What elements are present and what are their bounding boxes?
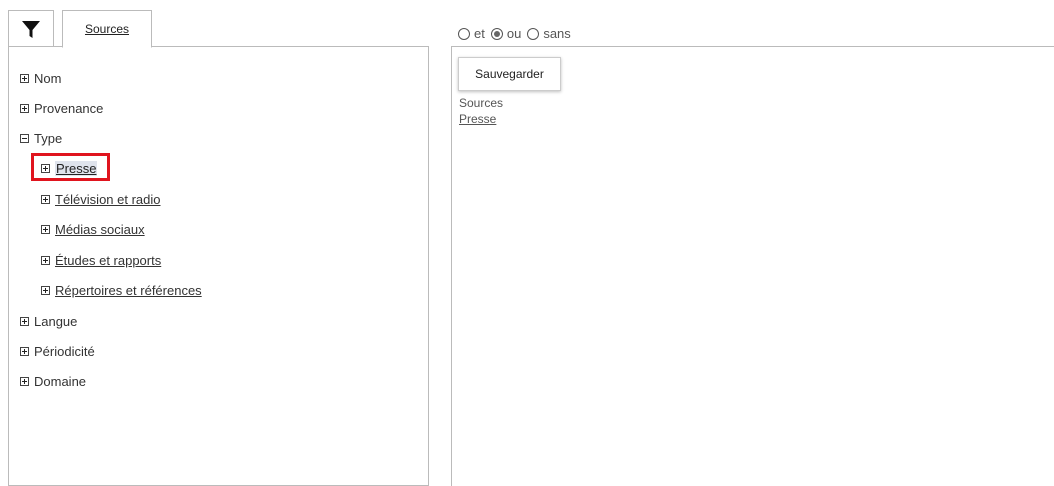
summary-value-link[interactable]: Presse	[459, 112, 496, 126]
tree-item-domaine[interactable]: Domaine	[20, 374, 86, 389]
save-button[interactable]: Sauvegarder	[458, 57, 561, 91]
expand-icon[interactable]	[20, 377, 29, 386]
radio-label: et	[474, 26, 485, 41]
tree-item-television-radio[interactable]: Télévision et radio	[41, 192, 161, 207]
selection-box: Sauvegarder Sources Presse	[451, 46, 1054, 486]
funnel-icon	[22, 21, 40, 38]
tree-item-label: Langue	[34, 314, 78, 329]
tree-item-etudes-rapports[interactable]: Études et rapports	[41, 253, 161, 268]
tree-item-label: Type	[34, 131, 63, 146]
tree-item-nom[interactable]: Nom	[20, 71, 61, 86]
expand-icon[interactable]	[20, 347, 29, 356]
operator-sans[interactable]: sans	[527, 26, 571, 41]
tab-bar: Sources	[8, 10, 428, 48]
tab-filter[interactable]	[8, 10, 54, 47]
expand-icon[interactable]	[41, 164, 50, 173]
tree-item-label[interactable]: Presse	[55, 161, 98, 176]
expand-icon[interactable]	[20, 74, 29, 83]
selection-panel: et ou sans Sauvegarder Sources Presse	[451, 0, 1054, 486]
tree-item-label[interactable]: Répertoires et références	[55, 283, 202, 298]
tree-item-label[interactable]: Médias sociaux	[55, 222, 145, 237]
summary-title: Sources	[459, 96, 504, 110]
collapse-icon[interactable]	[20, 134, 29, 143]
tree-item-label: Domaine	[34, 374, 87, 389]
tree-item-langue[interactable]: Langue	[20, 314, 77, 329]
radio-button[interactable]	[527, 27, 540, 40]
operator-ou[interactable]: ou	[490, 26, 522, 41]
radio-button[interactable]	[458, 27, 470, 40]
tree-item-presse[interactable]: Presse	[41, 161, 98, 176]
tree-item-label[interactable]: Études et rapports	[55, 253, 161, 268]
tab-sources[interactable]: Sources	[62, 10, 152, 48]
radio-label: sans	[543, 26, 571, 41]
tree-item-label: Provenance	[34, 101, 104, 116]
tree-item-provenance[interactable]: Provenance	[20, 101, 103, 116]
radio-button[interactable]	[490, 27, 503, 40]
tree-item-repertoires-references[interactable]: Répertoires et références	[41, 283, 202, 298]
expand-icon[interactable]	[41, 256, 50, 265]
category-tree: Nom Provenance Type Presse Télévision et…	[8, 46, 429, 486]
tree-item-label[interactable]: Télévision et radio	[55, 192, 161, 207]
operator-radio-group: et ou sans	[458, 26, 577, 41]
tree-item-type[interactable]: Type	[20, 131, 62, 146]
tree-item-label: Nom	[34, 71, 62, 86]
tree-item-medias-sociaux[interactable]: Médias sociaux	[41, 222, 145, 237]
expand-icon[interactable]	[41, 225, 50, 234]
expand-icon[interactable]	[20, 104, 29, 113]
filter-panel: Sources Nom Provenance Type Presse Télév…	[0, 0, 430, 486]
expand-icon[interactable]	[20, 317, 29, 326]
radio-label: ou	[506, 26, 522, 41]
operator-et[interactable]: et	[458, 26, 485, 41]
tree-item-periodicite[interactable]: Périodicité	[20, 344, 95, 359]
tree-item-label: Périodicité	[34, 344, 95, 359]
expand-icon[interactable]	[41, 195, 50, 204]
expand-icon[interactable]	[41, 286, 50, 295]
